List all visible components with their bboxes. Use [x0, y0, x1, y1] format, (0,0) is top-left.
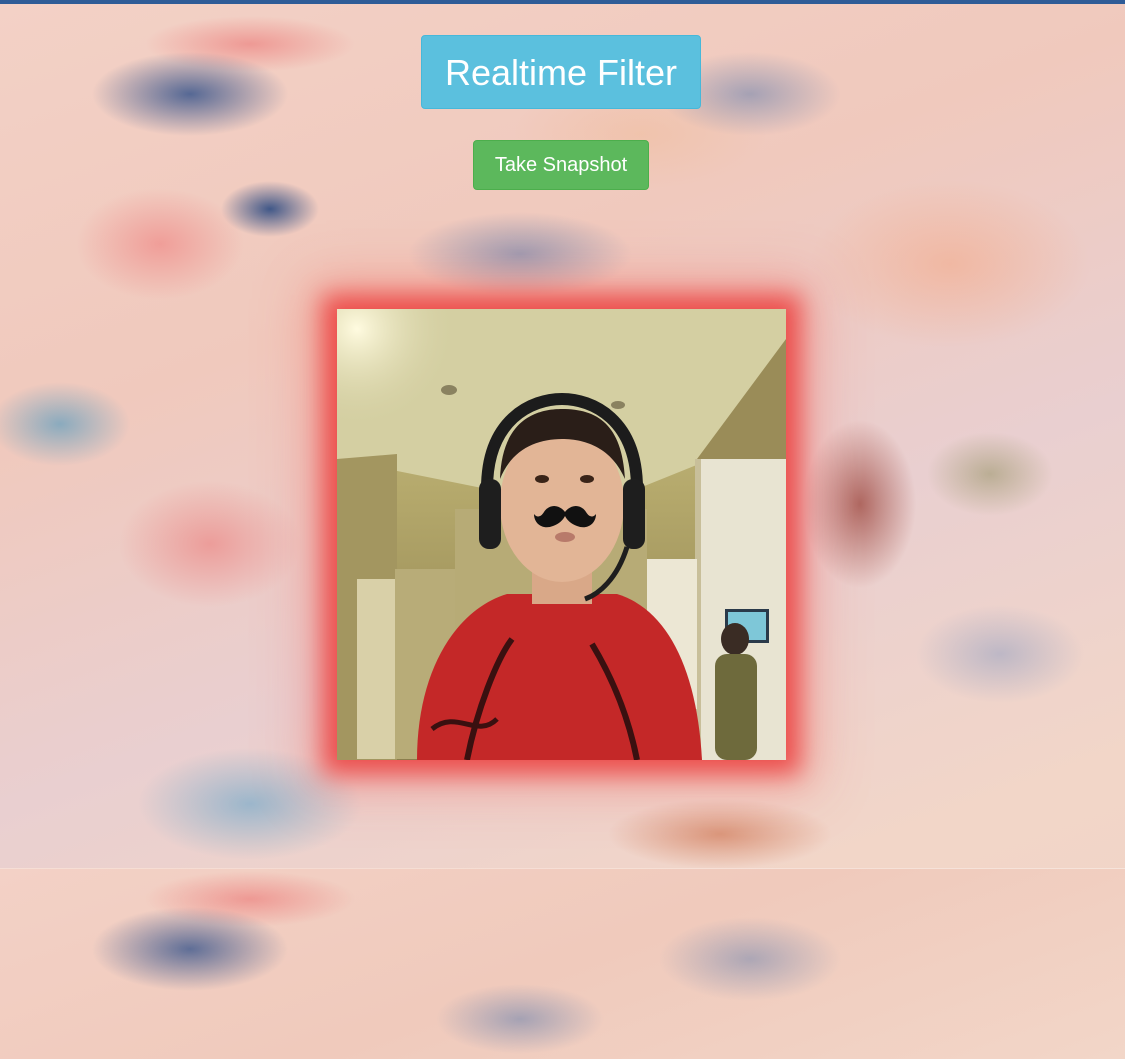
- page-title: Realtime Filter: [421, 35, 701, 109]
- webcam-video: [337, 309, 786, 760]
- webcam-scene: [337, 309, 786, 760]
- mustache-icon: [534, 506, 596, 528]
- painted-background-repeat: [0, 868, 1125, 1059]
- take-snapshot-button[interactable]: Take Snapshot: [473, 140, 649, 190]
